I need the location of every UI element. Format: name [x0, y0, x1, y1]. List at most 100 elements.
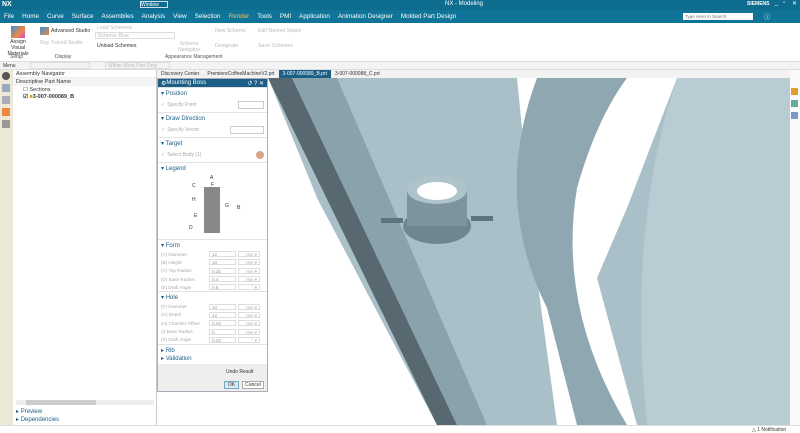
- close-button[interactable]: ✕: [792, 0, 797, 7]
- unit-select[interactable]: mm ▾: [238, 329, 260, 335]
- param-value-input[interactable]: 0: [209, 329, 236, 335]
- gear-icon[interactable]: [2, 72, 10, 80]
- section-legend[interactable]: ▾ Legend: [158, 162, 267, 173]
- hole-param-row: (H) Chamfer Offset0.25mm ▾: [158, 319, 267, 327]
- menu-assemblies[interactable]: Assemblies: [97, 13, 137, 20]
- menu-home[interactable]: Home: [18, 13, 43, 20]
- param-value-input[interactable]: 0.4: [209, 276, 236, 282]
- window-menu[interactable]: Window: [140, 1, 168, 8]
- scheme-select[interactable]: Scheme Blue: [95, 32, 175, 39]
- scope-filter[interactable]: Within Work Part Only: [105, 62, 170, 69]
- param-value-input[interactable]: 0.5: [209, 284, 236, 290]
- unit-select[interactable]: mm ▾: [238, 304, 260, 310]
- new-scheme-button[interactable]: New Scheme: [215, 28, 246, 34]
- web-icon[interactable]: [791, 112, 798, 119]
- tab-3-007-000089-b[interactable]: 3-007-000089_B.prt: [279, 70, 331, 78]
- undo-result-button[interactable]: Undo Result: [226, 369, 254, 375]
- param-value-input[interactable]: 12: [209, 251, 236, 257]
- history-icon[interactable]: [2, 120, 10, 128]
- param-value-input[interactable]: 0.25: [209, 320, 236, 326]
- menu-render[interactable]: Render: [225, 13, 254, 20]
- menu-pmi[interactable]: PMI: [276, 13, 295, 20]
- status-bar: △ 1 Notification: [0, 425, 800, 433]
- specify-point-row[interactable]: ✓ Specify Point: [158, 98, 267, 112]
- point-dialog-button[interactable]: [238, 101, 264, 109]
- menu-analysis[interactable]: Analysis: [138, 13, 169, 20]
- save-schemes-button[interactable]: Save Schemes: [258, 43, 293, 49]
- menu-file[interactable]: File: [0, 13, 18, 20]
- unload-schemes-button[interactable]: Unload Schemes: [97, 43, 137, 49]
- menu-curve[interactable]: Curve: [43, 13, 68, 20]
- menu-button[interactable]: Menu: [3, 63, 16, 69]
- param-value-input[interactable]: 12: [209, 312, 236, 318]
- param-value-input[interactable]: 0.25: [209, 268, 236, 274]
- specify-vector-row[interactable]: ✓ Specify Vector: [158, 123, 267, 137]
- part-navigator-icon[interactable]: [2, 96, 10, 104]
- horizontal-scrollbar[interactable]: [16, 400, 154, 405]
- unit-select[interactable]: mm ▾: [238, 259, 260, 265]
- unit-select[interactable]: mm ▾: [238, 276, 260, 282]
- history-icon[interactable]: [791, 100, 798, 107]
- hole-param-row: (I) Base Radius0mm ▾: [158, 327, 267, 335]
- column-header[interactable]: Descriptive Part Name: [13, 78, 156, 86]
- edit-named-space-button[interactable]: Edit Named Space: [258, 28, 301, 34]
- tree-item-part[interactable]: ☑ ■3-007-000089_B: [13, 94, 156, 100]
- assembly-navigator-icon[interactable]: [2, 84, 10, 92]
- group-setup: Setup: [10, 54, 23, 60]
- form-param-row: (C) Top Radius0.25mm ▾: [158, 267, 267, 275]
- preview-section[interactable]: ▸ Preview: [16, 408, 42, 415]
- tab-discovery-center[interactable]: Discovery Center: [157, 70, 203, 78]
- designate-button[interactable]: Designate: [215, 43, 238, 49]
- ok-button[interactable]: OK: [224, 381, 239, 389]
- section-form[interactable]: ▾ Form: [158, 239, 267, 250]
- vector-dialog-button[interactable]: [230, 126, 264, 134]
- cancel-button[interactable]: Cancel: [242, 381, 264, 389]
- menu-view[interactable]: View: [169, 13, 191, 20]
- select-body-row[interactable]: ✓ Select Body (1): [158, 148, 267, 162]
- assign-visual-materials-button[interactable]: Assign Visual Materials: [4, 26, 32, 57]
- menu-application[interactable]: Application: [295, 13, 334, 20]
- roles-icon[interactable]: [791, 88, 798, 95]
- param-value-input[interactable]: 0.25: [209, 337, 236, 343]
- load-schemes-button[interactable]: Load Schemes: [97, 25, 132, 31]
- unit-select[interactable]: ° ▾: [238, 337, 260, 343]
- reuse-library-icon[interactable]: [2, 108, 10, 116]
- quick-toolbar: Menu Within Work Part Only: [0, 62, 800, 70]
- param-label: (D) Base Radius: [161, 277, 209, 282]
- dependencies-section[interactable]: ▸ Dependencies: [16, 416, 59, 423]
- menu-animation-designer[interactable]: Animation Designer: [334, 13, 397, 20]
- section-draw-direction[interactable]: ▾ Draw Direction: [158, 112, 267, 123]
- notification-indicator[interactable]: △ 1 Notification: [752, 427, 786, 433]
- unit-select[interactable]: mm ▾: [238, 268, 260, 274]
- unit-select[interactable]: mm ▾: [238, 251, 260, 257]
- minimize-button[interactable]: _: [775, 0, 778, 6]
- tree-item-sections[interactable]: ☐ Sections: [13, 86, 156, 94]
- param-value-input[interactable]: 10: [209, 304, 236, 310]
- menu-selection[interactable]: Selection: [191, 13, 225, 20]
- body-icon: [256, 151, 264, 159]
- help-icon[interactable]: ⓘ: [760, 12, 774, 21]
- menu-molded-part-design[interactable]: Molded Part Design: [397, 13, 460, 20]
- section-hole[interactable]: ▾ Hole: [158, 291, 267, 302]
- hole-param-row: (K) Draft Angle0.25° ▾: [158, 336, 267, 344]
- tab-premiere-coffee-machine[interactable]: PremiereCoffeeMachineV2.prt: [203, 70, 278, 78]
- unit-select[interactable]: mm ▾: [238, 312, 260, 318]
- section-target[interactable]: ▾ Target: [158, 137, 267, 148]
- search-input[interactable]: [683, 13, 753, 20]
- tab-3-007-000088-c[interactable]: 3-007-000088_C.prt: [331, 70, 384, 78]
- unit-select[interactable]: mm ▾: [238, 320, 260, 326]
- hole-param-row: (F) Diameter10mm ▾: [158, 302, 267, 310]
- section-position[interactable]: ▾ Position: [158, 87, 267, 98]
- ray-traced-studio-button[interactable]: Ray Traced Studio: [40, 40, 83, 46]
- scheme-navigator-button[interactable]: Scheme Navigator: [178, 41, 200, 53]
- section-validation[interactable]: ▸ Validation: [158, 355, 267, 363]
- restore-button[interactable]: ▫: [783, 0, 785, 6]
- advanced-studio-button[interactable]: Advanced Studio: [40, 27, 90, 35]
- unit-select[interactable]: ° ▾: [238, 284, 260, 290]
- param-value-input[interactable]: 10: [209, 259, 236, 265]
- reset-icon[interactable]: ↺ ? ✕: [247, 80, 264, 87]
- section-rib[interactable]: ▸ Rib: [158, 344, 267, 355]
- menu-surface[interactable]: Surface: [68, 13, 98, 20]
- type-filter[interactable]: [30, 62, 90, 69]
- menu-tools[interactable]: Tools: [253, 13, 276, 20]
